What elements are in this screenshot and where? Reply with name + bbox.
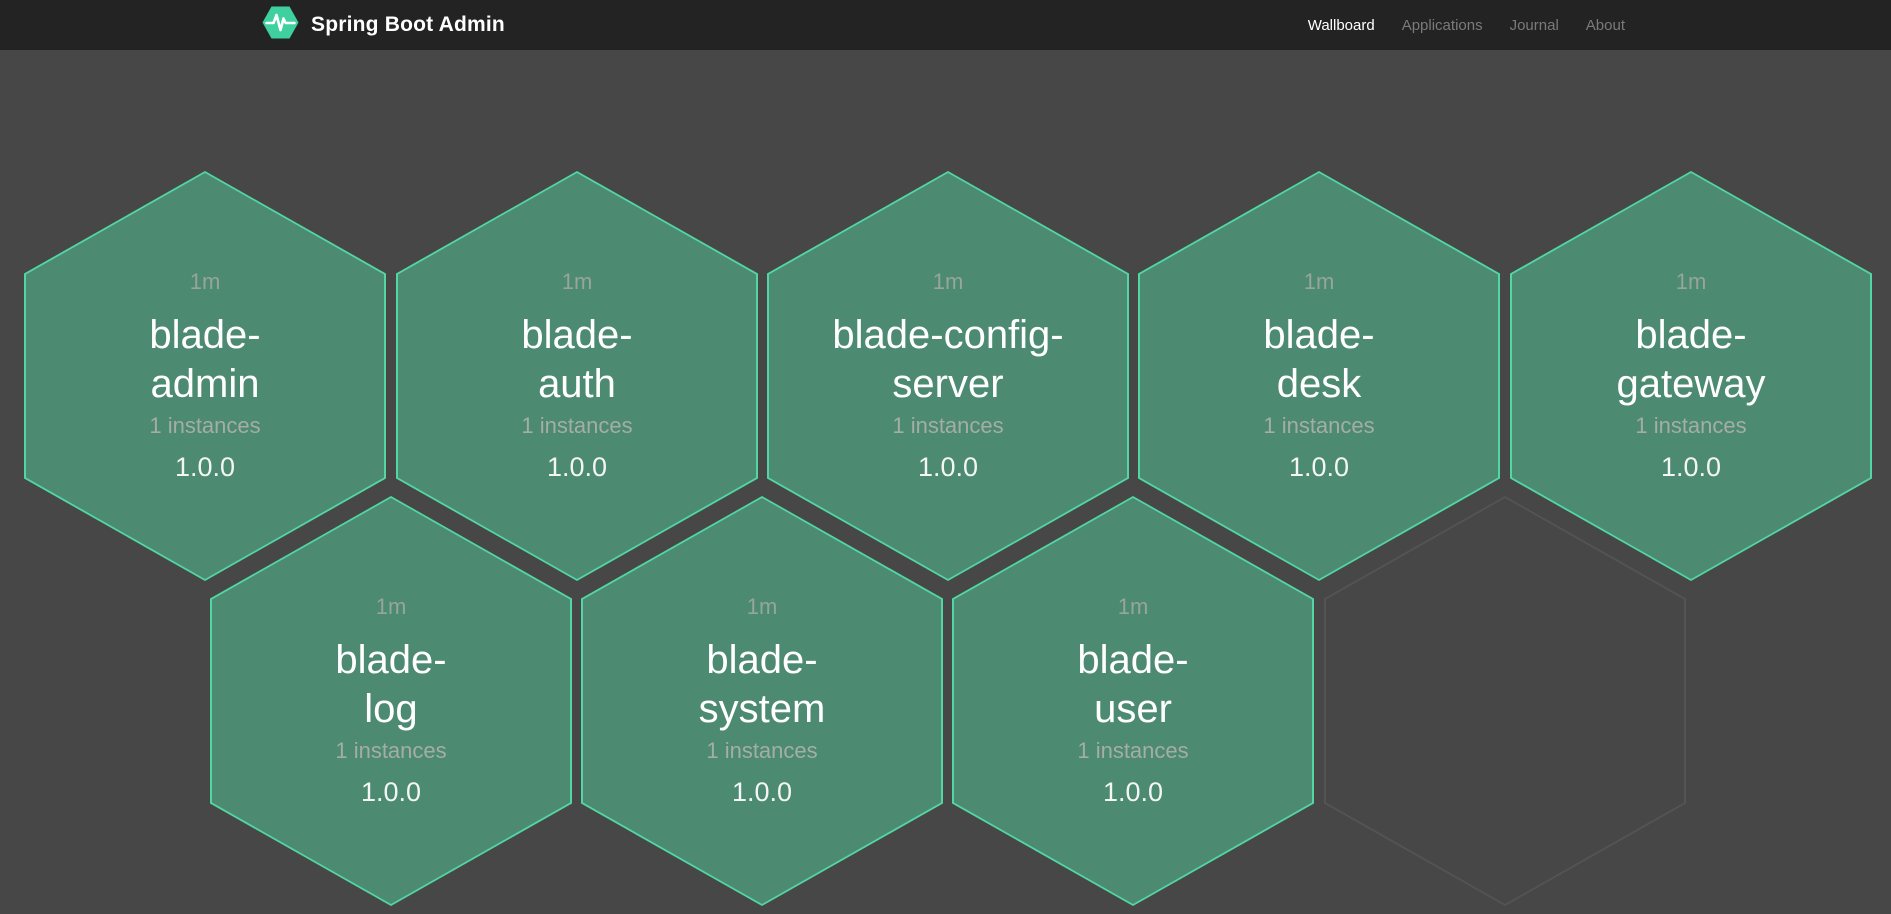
application-hexagon-body: 1m blade- log 1 instances 1.0.0: [212, 498, 570, 904]
application-name: blade- gateway: [1617, 311, 1766, 408]
application-hexagon-body: 1m blade- desk 1 instances 1.0.0: [1140, 173, 1498, 579]
empty-hexagon-slot: [1324, 496, 1686, 906]
application-uptime: 1m: [933, 269, 964, 295]
application-version: 1.0.0: [1289, 452, 1349, 483]
application-name: blade- user: [1077, 636, 1188, 733]
application-instances: 1 instances: [1263, 413, 1374, 439]
nav-item-applications[interactable]: Applications: [1402, 17, 1483, 34]
application-name: blade-config- server: [832, 311, 1063, 408]
application-uptime: 1m: [190, 269, 221, 295]
application-hexagon[interactable]: 1m blade-config- server 1 instances 1.0.…: [767, 171, 1129, 581]
navbar-container: Spring Boot Admin Wallboard Applications J…: [0, 0, 1891, 50]
application-version: 1.0.0: [918, 452, 978, 483]
application-name: blade- log: [335, 636, 446, 733]
navbar: Spring Boot Admin Wallboard Applications J…: [0, 0, 1891, 50]
brand-title: Spring Boot Admin: [311, 13, 505, 37]
application-version: 1.0.0: [175, 452, 235, 483]
wallboard: 1m blade- admin 1 instances 1.0.0 1m bla…: [0, 50, 1891, 914]
application-uptime: 1m: [1676, 269, 1707, 295]
pulse-hexagon-icon: [262, 6, 299, 44]
application-hexagon-body: 1m blade- admin 1 instances 1.0.0: [26, 173, 384, 579]
application-uptime: 1m: [562, 269, 593, 295]
application-hexagon[interactable]: 1m blade- desk 1 instances 1.0.0: [1138, 171, 1500, 581]
nav-menu: Wallboard Applications Journal About: [1281, 17, 1625, 34]
application-instances: 1 instances: [1635, 413, 1746, 439]
application-instances: 1 instances: [892, 413, 1003, 439]
application-version: 1.0.0: [732, 777, 792, 808]
application-version: 1.0.0: [547, 452, 607, 483]
application-uptime: 1m: [1304, 269, 1335, 295]
nav-item-wallboard[interactable]: Wallboard: [1308, 17, 1375, 34]
application-uptime: 1m: [1118, 594, 1149, 620]
application-instances: 1 instances: [149, 413, 260, 439]
application-hexagon-body: 1m blade- auth 1 instances 1.0.0: [398, 173, 756, 579]
application-instances: 1 instances: [335, 738, 446, 764]
application-version: 1.0.0: [1661, 452, 1721, 483]
application-hexagon[interactable]: 1m blade- gateway 1 instances 1.0.0: [1510, 171, 1872, 581]
application-instances: 1 instances: [1077, 738, 1188, 764]
application-instances: 1 instances: [521, 413, 632, 439]
application-name: blade- desk: [1263, 311, 1374, 408]
application-name: blade- auth: [521, 311, 632, 408]
application-hexagon-body: [1326, 498, 1684, 904]
application-uptime: 1m: [376, 594, 407, 620]
application-hexagon-body: 1m blade-config- server 1 instances 1.0.…: [769, 173, 1127, 579]
application-hexagon-body: 1m blade- gateway 1 instances 1.0.0: [1512, 173, 1870, 579]
application-hexagon[interactable]: 1m blade- user 1 instances 1.0.0: [952, 496, 1314, 906]
nav-item-about[interactable]: About: [1586, 17, 1625, 34]
application-version: 1.0.0: [361, 777, 421, 808]
application-uptime: 1m: [747, 594, 778, 620]
brand-link[interactable]: Spring Boot Admin: [262, 6, 505, 44]
application-name: blade- admin: [149, 311, 260, 408]
application-name: blade- system: [699, 636, 826, 733]
application-hexagon-body: 1m blade- user 1 instances 1.0.0: [954, 498, 1312, 904]
application-hexagon[interactable]: 1m blade- system 1 instances 1.0.0: [581, 496, 943, 906]
application-version: 1.0.0: [1103, 777, 1163, 808]
nav-item-journal[interactable]: Journal: [1510, 17, 1559, 34]
application-hexagon[interactable]: 1m blade- auth 1 instances 1.0.0: [396, 171, 758, 581]
application-hexagon[interactable]: 1m blade- admin 1 instances 1.0.0: [24, 171, 386, 581]
application-hexagon-body: 1m blade- system 1 instances 1.0.0: [583, 498, 941, 904]
application-instances: 1 instances: [706, 738, 817, 764]
application-hexagon[interactable]: 1m blade- log 1 instances 1.0.0: [210, 496, 572, 906]
